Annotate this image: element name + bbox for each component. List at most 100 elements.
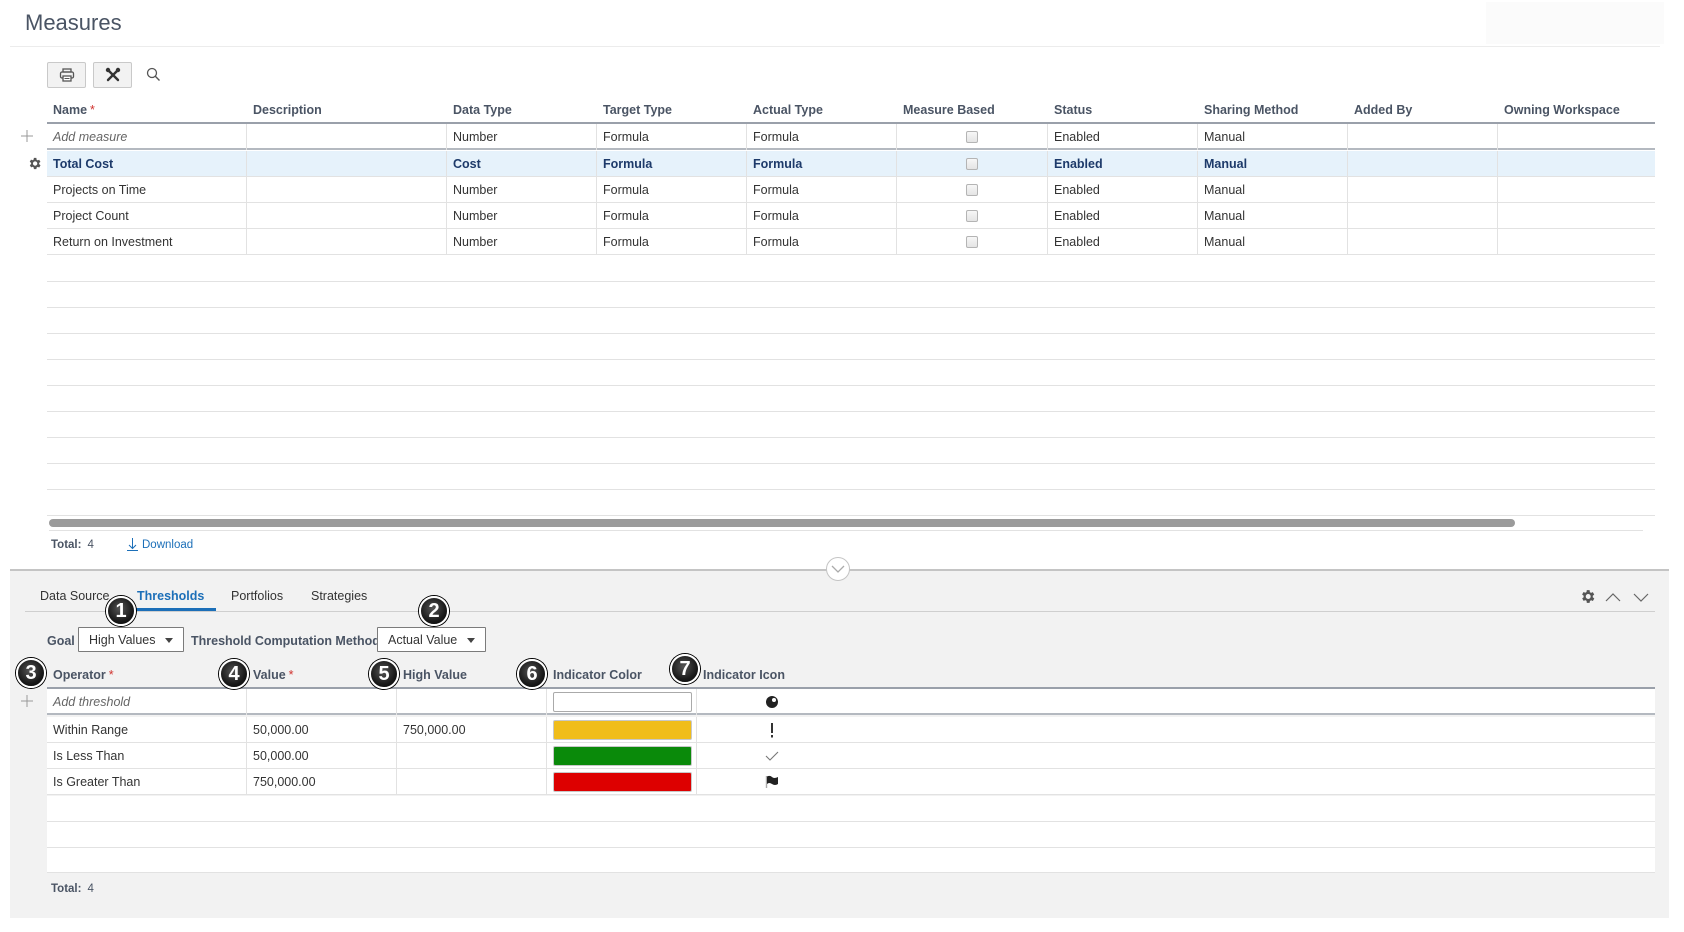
cell-sharing-method[interactable]: Manual (1198, 124, 1348, 150)
cell-sharing-method[interactable]: Manual (1198, 203, 1348, 229)
column-header-added-by[interactable]: Added By (1348, 97, 1412, 123)
measure-based-checkbox[interactable] (966, 209, 978, 222)
panel-collapse-down-button[interactable] (1632, 589, 1650, 605)
cell-added-by[interactable] (1348, 203, 1498, 229)
cell-sharing-method[interactable]: Manual (1198, 151, 1348, 177)
cell-description[interactable] (247, 124, 447, 150)
column-header-name[interactable]: Name * (47, 97, 95, 123)
column-header-indicator-icon[interactable]: Indicator Icon (697, 662, 785, 688)
cell-data-type[interactable]: Number (447, 229, 597, 255)
cell-added-by[interactable] (1348, 151, 1498, 177)
cell-value[interactable]: 50,000.00 (247, 743, 397, 769)
column-header-owning-workspace[interactable]: Owning Workspace (1498, 97, 1620, 123)
column-header-target-type[interactable]: Target Type (597, 97, 672, 123)
cell-owning-workspace[interactable] (1498, 151, 1655, 177)
indicator-color-swatch[interactable] (553, 720, 692, 740)
column-header-indicator-color[interactable]: Indicator Color (547, 662, 642, 688)
cell-description[interactable] (247, 203, 447, 229)
add-row-plus-icon[interactable] (19, 128, 35, 144)
measure-based-checkbox[interactable] (966, 130, 978, 143)
cell-sharing-method[interactable]: Manual (1198, 177, 1348, 203)
tab-portfolios[interactable]: Portfolios (231, 589, 283, 603)
add-threshold-plus-icon[interactable] (19, 693, 35, 709)
table-row[interactable]: Project Count Number Formula Formula Enabled… (47, 203, 1655, 229)
tab-data-source[interactable]: Data Source (40, 589, 109, 603)
cell-owning-workspace[interactable] (1498, 177, 1655, 203)
checkmark-icon[interactable] (697, 743, 847, 769)
cell-added-by[interactable] (1348, 229, 1498, 255)
cell-value[interactable]: 50,000.00 (247, 717, 397, 743)
cell-actual-type[interactable]: Formula (747, 177, 897, 203)
cell-status[interactable]: Enabled (1048, 203, 1198, 229)
circle-dot-icon[interactable] (697, 689, 847, 715)
print-button[interactable] (47, 62, 86, 88)
indicator-color-swatch[interactable] (553, 746, 692, 766)
column-header-status[interactable]: Status (1048, 97, 1092, 123)
download-link[interactable]: Download (127, 538, 193, 551)
measure-based-checkbox[interactable] (966, 183, 978, 196)
cell-target-type[interactable]: Formula (597, 124, 747, 150)
table-row[interactable]: Total Cost Cost Formula Formula Enabled Manua… (47, 151, 1655, 177)
column-header-operator[interactable]: Operator * (47, 662, 114, 688)
cell-status[interactable]: Enabled (1048, 124, 1198, 150)
column-header-description[interactable]: Description (247, 97, 322, 123)
cell-data-type[interactable]: Number (447, 124, 597, 150)
cell-description[interactable] (247, 229, 447, 255)
cell-value[interactable] (247, 689, 397, 715)
panel-expand-up-button[interactable] (1604, 589, 1622, 605)
column-header-measure-based[interactable]: Measure Based (897, 97, 995, 123)
add-measure-input[interactable]: Add measure (47, 124, 247, 150)
panel-settings-button[interactable] (1578, 587, 1596, 605)
column-header-value[interactable]: Value * (247, 662, 294, 688)
cell-target-type[interactable]: Formula (597, 151, 747, 177)
column-header-actual-type[interactable]: Actual Type (747, 97, 823, 123)
goal-select[interactable]: High Values (78, 627, 184, 652)
cell-name[interactable]: Return on Investment (47, 229, 247, 255)
cell-high-value[interactable] (397, 769, 547, 795)
column-header-data-type[interactable]: Data Type (447, 97, 512, 123)
cell-sharing-method[interactable]: Manual (1198, 229, 1348, 255)
table-row[interactable]: Is Greater Than 750,000.00 (47, 769, 1655, 795)
cell-actual-type[interactable]: Formula (747, 124, 897, 150)
tools-button[interactable] (93, 62, 132, 88)
cell-name[interactable]: Total Cost (47, 151, 247, 177)
column-header-sharing-method[interactable]: Sharing Method (1198, 97, 1298, 123)
cell-data-type[interactable]: Cost (447, 151, 597, 177)
indicator-color-swatch[interactable] (553, 692, 692, 712)
add-measure-row[interactable]: Add measure Number Formula Formula Enabl… (47, 124, 1655, 150)
cell-data-type[interactable]: Number (447, 177, 597, 203)
cell-actual-type[interactable]: Formula (747, 151, 897, 177)
table-row[interactable]: Within Range 50,000.00 750,000.00 (47, 717, 1655, 743)
add-threshold-row[interactable]: Add threshold (47, 689, 1655, 715)
cell-operator[interactable]: Is Less Than (47, 743, 247, 769)
cell-description[interactable] (247, 151, 447, 177)
column-header-high-value[interactable]: High Value (397, 662, 467, 688)
cell-target-type[interactable]: Formula (597, 229, 747, 255)
cell-operator[interactable]: Is Greater Than (47, 769, 247, 795)
cell-added-by[interactable] (1348, 177, 1498, 203)
cell-owning-workspace[interactable] (1498, 229, 1655, 255)
indicator-color-swatch[interactable] (553, 772, 692, 792)
collapse-panel-button[interactable] (826, 557, 850, 581)
cell-owning-workspace[interactable] (1498, 203, 1655, 229)
row-settings-gear-icon[interactable] (27, 156, 43, 172)
add-threshold-input[interactable]: Add threshold (47, 689, 247, 715)
cell-actual-type[interactable]: Formula (747, 203, 897, 229)
tab-thresholds[interactable]: Thresholds (137, 589, 204, 603)
table-row[interactable]: Is Less Than 50,000.00 (47, 743, 1655, 769)
table-row[interactable]: Projects on Time Number Formula Formula Enab… (47, 177, 1655, 203)
cell-data-type[interactable]: Number (447, 203, 597, 229)
cell-high-value[interactable]: 750,000.00 (397, 717, 547, 743)
cell-target-type[interactable]: Formula (597, 203, 747, 229)
cell-high-value[interactable] (397, 689, 547, 715)
horizontal-scrollbar-thumb[interactable] (49, 519, 1515, 527)
search-button[interactable] (144, 65, 162, 83)
tab-strategies[interactable]: Strategies (311, 589, 367, 603)
exclamation-icon[interactable] (697, 717, 847, 743)
threshold-computation-method-select[interactable]: Actual Value (377, 627, 486, 652)
cell-value[interactable]: 750,000.00 (247, 769, 397, 795)
measure-based-checkbox[interactable] (966, 235, 978, 248)
cell-status[interactable]: Enabled (1048, 151, 1198, 177)
cell-actual-type[interactable]: Formula (747, 229, 897, 255)
cell-description[interactable] (247, 177, 447, 203)
